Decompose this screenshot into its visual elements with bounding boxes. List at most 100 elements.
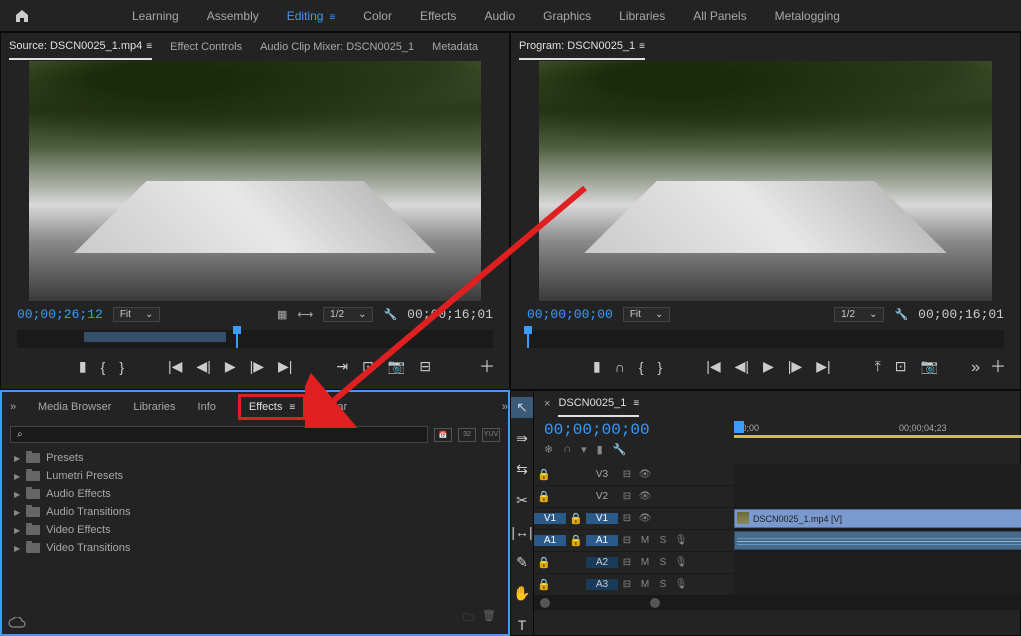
timeline-ruler[interactable]: ;00;00 00;00;04;23 00;00;09;23 (734, 417, 1021, 436)
play-icon[interactable]: ▶ (225, 358, 236, 375)
toggle-a2-icon[interactable]: ⊟ (618, 557, 636, 568)
marker-icon[interactable]: ▾ (581, 443, 587, 456)
audio-clip[interactable] (734, 531, 1021, 550)
source-monitor[interactable] (29, 61, 481, 301)
track-a3[interactable]: A3 (586, 579, 618, 590)
slip-tool-icon[interactable]: |↔| (511, 521, 533, 542)
workspace-editing[interactable]: Editing≡ (287, 9, 336, 23)
hand-tool-icon[interactable]: ✋ (511, 583, 533, 604)
insert-icon[interactable]: ⇥ (336, 358, 348, 375)
home-icon[interactable] (12, 6, 32, 26)
p-export-frame-icon[interactable]: 📷 (921, 358, 938, 375)
timeline-zoom-bar[interactable] (534, 596, 1021, 610)
sequence-tab[interactable]: DSCN0025_1 ≡ (558, 391, 639, 417)
timeline-timecode[interactable]: 00;00;00;00 (544, 421, 724, 439)
toggle-a3-icon[interactable]: ⊟ (618, 579, 636, 590)
go-out-icon[interactable]: ▶| (278, 358, 292, 375)
tree-video-effects[interactable]: ▶Video Effects (14, 521, 496, 539)
workspace-learning[interactable]: Learning (132, 9, 179, 23)
new-bin-icon[interactable]: 🗀 (463, 609, 474, 628)
workspace-effects[interactable]: Effects (420, 9, 456, 23)
tab-libraries[interactable]: Libraries (133, 401, 175, 413)
vis-v1-icon[interactable]: 👁 (636, 513, 654, 524)
go-in-icon[interactable]: |◀ (168, 358, 182, 375)
workspace-menu-icon[interactable]: ≡ (329, 12, 335, 23)
program-monitor[interactable] (539, 61, 992, 301)
source-zoom-select[interactable]: Fit⌄ (113, 307, 161, 322)
workspace-graphics[interactable]: Graphics (543, 9, 591, 23)
lock-v1-icon[interactable]: 🔒 (566, 512, 586, 525)
source-scrubber[interactable] (17, 330, 493, 348)
comparison-icon[interactable]: ⊟ (419, 358, 431, 375)
tree-lumetri[interactable]: ▶Lumetri Presets (14, 467, 496, 485)
lock-v3-icon[interactable]: 🔒 (534, 468, 554, 481)
linked-sel-icon[interactable]: ∩ (563, 443, 571, 456)
solo-a3[interactable]: S (654, 579, 672, 590)
tab-source[interactable]: Source: DSCN0025_1.mp4≡ (9, 34, 152, 60)
vis-v2-icon[interactable]: 👁 (636, 491, 654, 502)
p-go-in-icon[interactable]: |◀ (706, 358, 720, 375)
filter-32bit-icon[interactable]: 32 (458, 428, 476, 442)
source-a1[interactable]: A1 (534, 535, 566, 546)
snap-icon[interactable]: ❄ (544, 443, 553, 456)
p-step-back-icon[interactable]: ◀| (735, 358, 749, 375)
program-in-timecode[interactable]: 00;00;00;00 (527, 307, 613, 322)
vis-v3-icon[interactable]: 👁 (636, 469, 654, 480)
track-v3[interactable]: V3 (586, 469, 618, 480)
track-a2[interactable]: A2 (586, 557, 618, 568)
toggle-v1-icon[interactable]: ⊟ (618, 513, 636, 524)
track-lanes[interactable]: DSCN0025_1.mp4 [V] (734, 464, 1021, 596)
selection-tool-icon[interactable]: ↖ (511, 397, 533, 418)
lock-a3-icon[interactable]: 🔒 (534, 578, 554, 591)
step-back-icon[interactable]: ◀| (196, 358, 210, 375)
tab-audio-mixer[interactable]: Audio Clip Mixer: DSCN0025_1 (260, 35, 414, 59)
track-v2[interactable]: V2 (586, 491, 618, 502)
tab-info[interactable]: Info (198, 401, 216, 413)
close-seq-icon[interactable]: × (544, 398, 550, 410)
track-a1[interactable]: A1 (586, 535, 618, 546)
mark-out-icon[interactable]: { (101, 359, 106, 375)
export-frame-icon[interactable]: 📷 (388, 358, 405, 375)
mute-a2[interactable]: M (636, 557, 654, 568)
p-mark-clip-icon[interactable]: { (639, 359, 644, 375)
p-extract-icon[interactable]: ⊡ (895, 358, 907, 375)
lock-a1-icon[interactable]: 🔒 (566, 534, 586, 547)
tab-effects-highlighted[interactable]: Effects ≡ (238, 394, 306, 420)
tl-wrench-icon[interactable]: 🔧 (613, 443, 627, 456)
delete-icon[interactable]: 🗑 (482, 609, 496, 628)
lock-a2-icon[interactable]: 🔒 (534, 556, 554, 569)
workspace-color[interactable]: Color (363, 9, 392, 23)
video-clip[interactable]: DSCN0025_1.mp4 [V] (734, 509, 1021, 528)
mute-a1[interactable]: M (636, 535, 654, 546)
toggle-v3-icon[interactable]: ⊟ (618, 469, 636, 480)
panel-overflow-left-icon[interactable]: » (10, 401, 16, 413)
program-res-select[interactable]: 1/2⌄ (834, 307, 884, 322)
p-go-out-icon[interactable]: ▶| (816, 358, 830, 375)
workspace-metalogging[interactable]: Metalogging (775, 9, 840, 23)
program-scrubber[interactable] (527, 330, 1004, 348)
source-res-select[interactable]: 1/2⌄ (323, 307, 373, 322)
tree-audio-effects[interactable]: ▶Audio Effects (14, 485, 496, 503)
zoom-left-handle[interactable] (540, 598, 550, 608)
source-v1[interactable]: V1 (534, 513, 566, 524)
voice-a3-icon[interactable]: 🎙 (672, 579, 690, 590)
workspace-allpanels[interactable]: All Panels (693, 9, 746, 23)
filter-accelerated-icon[interactable]: 📅 (434, 428, 452, 442)
toggle-v2-icon[interactable]: ⊟ (618, 491, 636, 502)
tree-audio-transitions[interactable]: ▶Audio Transitions (14, 503, 496, 521)
workspace-libraries[interactable]: Libraries (619, 9, 665, 23)
tab-media-browser[interactable]: Media Browser (38, 401, 111, 413)
step-fwd-icon[interactable]: |▶ (250, 358, 264, 375)
safe-margins-icon[interactable]: ▦ (277, 308, 287, 321)
button-editor-icon[interactable]: ＋ (479, 353, 495, 377)
solo-a2[interactable]: S (654, 557, 672, 568)
pen-tool-icon[interactable]: ✎ (511, 552, 533, 573)
settings-icon[interactable]: 🔧 (383, 308, 397, 321)
track-v1[interactable]: V1 (586, 513, 618, 524)
tab-program[interactable]: Program: DSCN0025_1≡ (519, 34, 645, 60)
type-tool-icon[interactable]: T (511, 614, 533, 635)
p-button-editor-icon[interactable]: ＋ (990, 353, 1006, 377)
tree-video-transitions[interactable]: ▶Video Transitions (14, 539, 496, 557)
tab-effect-controls[interactable]: Effect Controls (170, 35, 242, 59)
workspace-audio[interactable]: Audio (484, 9, 515, 23)
